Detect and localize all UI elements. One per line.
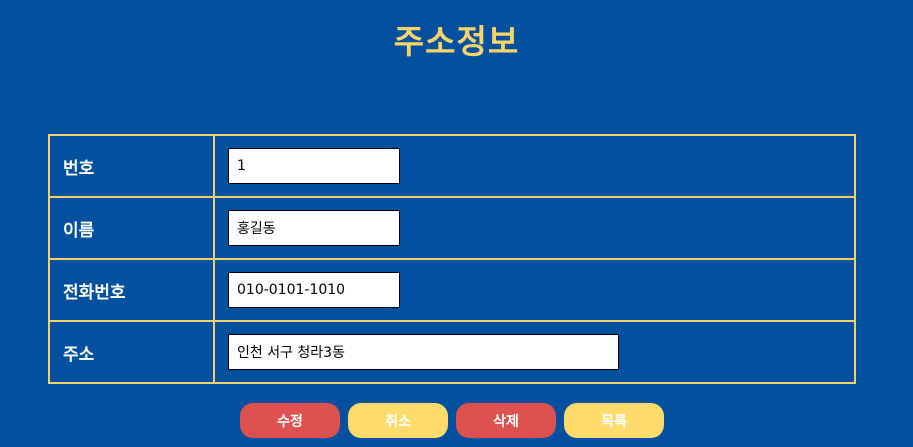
table-row: 전화번호 [48, 258, 856, 322]
table-row: 이름 [48, 196, 856, 260]
table-row: 번호 [48, 134, 856, 198]
address-label: 주소 [48, 320, 215, 384]
phone-field[interactable] [228, 272, 400, 308]
number-cell [213, 134, 856, 198]
address-form-table: 번호 이름 전화번호 주소 [48, 134, 856, 384]
name-cell [213, 196, 856, 260]
page-title: 주소정보 [393, 22, 520, 61]
number-field[interactable] [228, 148, 400, 184]
button-bar: 수정 취소 삭제 목록 [240, 403, 664, 438]
address-cell [213, 320, 856, 384]
phone-label: 전화번호 [48, 258, 215, 322]
table-row: 주소 [48, 320, 856, 384]
name-field[interactable] [228, 210, 400, 246]
cancel-button[interactable]: 취소 [348, 403, 448, 438]
number-label: 번호 [48, 134, 215, 198]
delete-button[interactable]: 삭제 [456, 403, 556, 438]
address-field[interactable] [228, 334, 619, 370]
phone-cell [213, 258, 856, 322]
list-button[interactable]: 목록 [564, 403, 664, 438]
edit-button[interactable]: 수정 [240, 403, 340, 438]
name-label: 이름 [48, 196, 215, 260]
